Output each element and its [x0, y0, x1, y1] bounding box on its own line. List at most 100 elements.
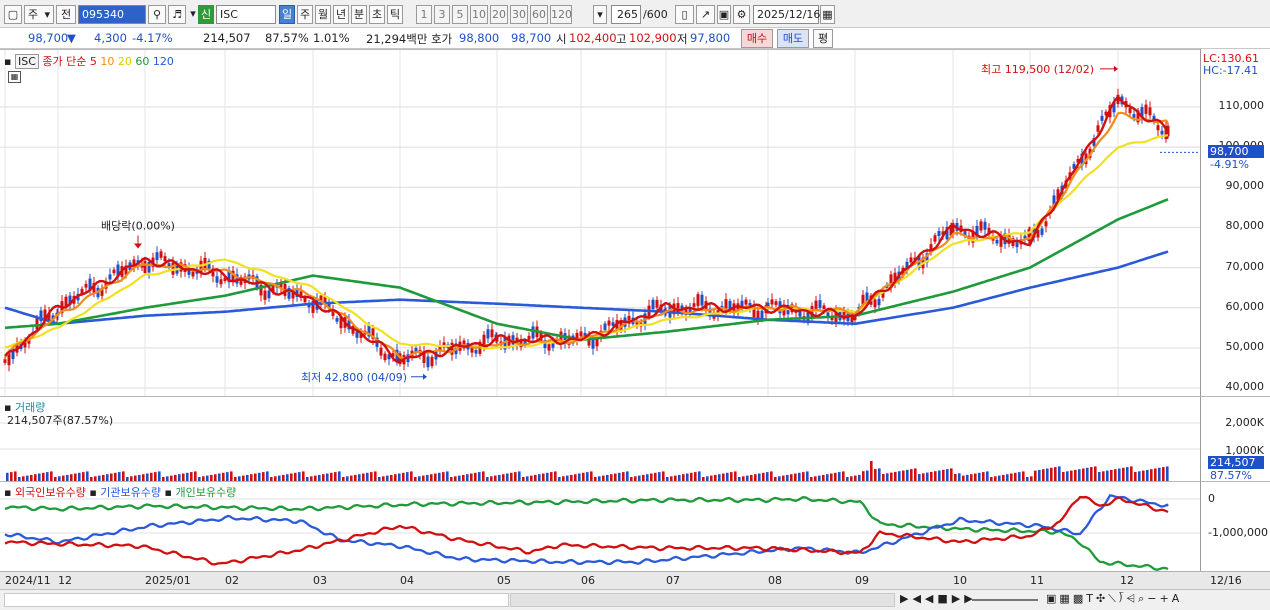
volume-bar	[898, 471, 901, 481]
volume-tag: 214,507	[1208, 456, 1264, 469]
zoom-slider[interactable]	[972, 599, 1038, 601]
interval-tab[interactable]: 30	[510, 5, 528, 24]
interval-tab[interactable]: 1	[416, 5, 432, 24]
gear-icon[interactable]: ⚙	[733, 5, 750, 24]
interval-tab[interactable]: 10	[470, 5, 488, 24]
candle-icon[interactable]: ▯	[675, 5, 694, 24]
date-input[interactable]: 2025/12/16	[753, 5, 820, 24]
period-tab[interactable]: 초	[369, 5, 385, 24]
panel-menu-icon[interactable]: ▪	[4, 55, 11, 68]
volume-bar	[718, 474, 721, 481]
count-input[interactable]: 265	[611, 5, 641, 24]
x-axis: 2024/11 12 2025/01 02 03 04 05 06 07 08 09 10 11 12 1…	[0, 571, 1270, 589]
period-tab[interactable]: 분	[351, 5, 367, 24]
candle	[692, 303, 696, 307]
main-toolbar: ▢ 주 ▾ 전 095340 ⚲ ♬ ▾ 신 ISC 일주월년분초틱 1 3 5 10 2…	[0, 0, 1270, 28]
interval-tab[interactable]: 3	[434, 5, 450, 24]
ma-line-120	[4, 250, 1169, 326]
scroll-thumb[interactable]	[510, 593, 895, 607]
interval-tab[interactable]: 20	[490, 5, 508, 24]
volume-bar	[870, 461, 873, 481]
period-tab[interactable]: 주	[297, 5, 313, 24]
period-tab[interactable]: 월	[315, 5, 331, 24]
volume-bar	[902, 470, 905, 481]
buy-button[interactable]: 매수	[741, 29, 773, 48]
scroll-track[interactable]	[4, 593, 509, 607]
last-price-pct: -4.91%	[1210, 158, 1249, 171]
x-axis-label: 06	[581, 574, 595, 587]
candle	[527, 335, 531, 340]
legend-individual: 개인보유수량	[175, 486, 237, 499]
volume-bar	[1150, 469, 1153, 481]
panel-menu-icon[interactable]: ▪	[4, 486, 11, 499]
volume-bar	[518, 471, 521, 481]
volume-bar	[322, 474, 325, 481]
volume-bar	[906, 469, 909, 481]
company-name-field[interactable]: ISC	[216, 5, 276, 24]
volume-bar	[646, 474, 649, 481]
evaluate-button[interactable]: 평	[813, 29, 833, 48]
stop-icon[interactable]: ■	[937, 592, 951, 605]
stock-code-input[interactable]: 095340	[78, 5, 146, 24]
volume-bar	[986, 471, 989, 481]
window-icon[interactable]: ▢	[4, 5, 22, 24]
sell-button[interactable]: 매도	[777, 29, 809, 48]
calendar-icon[interactable]: ▦	[820, 5, 835, 24]
period-tab[interactable]: 년	[333, 5, 349, 24]
volume-bar	[1142, 470, 1145, 481]
volume-bar	[614, 473, 617, 481]
candle	[426, 356, 430, 368]
draw-tool-icon[interactable]: ↗	[696, 5, 715, 24]
volume-bar	[1022, 471, 1025, 481]
price-chart[interactable]: 최고 119,500 (12/02) 최저 42,800 (04/09) 배당락(0…	[0, 50, 1200, 397]
market-select[interactable]: 주 ▾	[24, 5, 54, 24]
rewind-icon[interactable]: ◀◀	[912, 592, 937, 605]
volume-bar	[1146, 469, 1149, 481]
last-price-tag: 98,700	[1208, 145, 1264, 158]
volume-bar	[690, 472, 693, 481]
volume-bar	[470, 473, 473, 481]
candle	[1044, 221, 1048, 227]
volume-bar	[842, 471, 845, 481]
candle	[3, 359, 7, 363]
ma-line-5	[4, 95, 1169, 364]
volume-bar	[1098, 472, 1101, 481]
chevron-down-icon[interactable]: ▾	[593, 5, 607, 24]
volume-bar	[1066, 471, 1069, 481]
chevron-down-icon[interactable]: ▾	[188, 5, 198, 24]
ask-price: 98,800	[459, 31, 500, 45]
volume-bar	[1006, 474, 1009, 481]
volume-bar	[806, 471, 809, 481]
interval-tab[interactable]: 60	[530, 5, 548, 24]
count-max: /600	[643, 8, 668, 21]
volume-bar	[150, 472, 153, 481]
price-panel: 최고 119,500 (12/02) 최저 42,800 (04/09) 배당락(0…	[0, 49, 1200, 397]
speaker-icon[interactable]: ♬	[168, 5, 186, 24]
save-icon[interactable]: ▣	[717, 5, 731, 24]
search-icon[interactable]: ⚲	[148, 5, 166, 24]
panel-menu-icon[interactable]: ▪	[165, 486, 172, 499]
volume-chart[interactable]	[0, 397, 1200, 482]
period-tab[interactable]: 틱	[387, 5, 403, 24]
text-tool-icon: T	[1086, 592, 1096, 605]
volume-bar	[290, 473, 293, 481]
tool-icons[interactable]: ▣▦▩T✣⟍⟌⩤⌕−+A	[1046, 592, 1182, 606]
grid-icon: ▦	[1059, 592, 1073, 605]
panel-menu-icon[interactable]: ▪	[89, 486, 96, 499]
candle	[798, 311, 802, 317]
prev-button[interactable]: 전	[56, 5, 76, 24]
playback-controls[interactable]: ▶◀◀■▶▶	[900, 592, 977, 605]
interval-tab[interactable]: 120	[550, 5, 572, 24]
interval-tab[interactable]: 5	[452, 5, 468, 24]
volume-bar	[114, 472, 117, 481]
volume-bar	[34, 474, 37, 481]
volume-bar	[798, 472, 801, 481]
table-icon[interactable]: ▦	[8, 71, 21, 83]
price-tick: 50,000	[1225, 340, 1265, 353]
play-icon[interactable]: ▶	[900, 592, 912, 605]
volume-bar	[1102, 471, 1105, 481]
period-tab[interactable]: 일	[279, 5, 295, 24]
layout-icon: ▣	[1046, 592, 1060, 605]
volume-bar	[790, 474, 793, 481]
candle	[1132, 114, 1136, 118]
